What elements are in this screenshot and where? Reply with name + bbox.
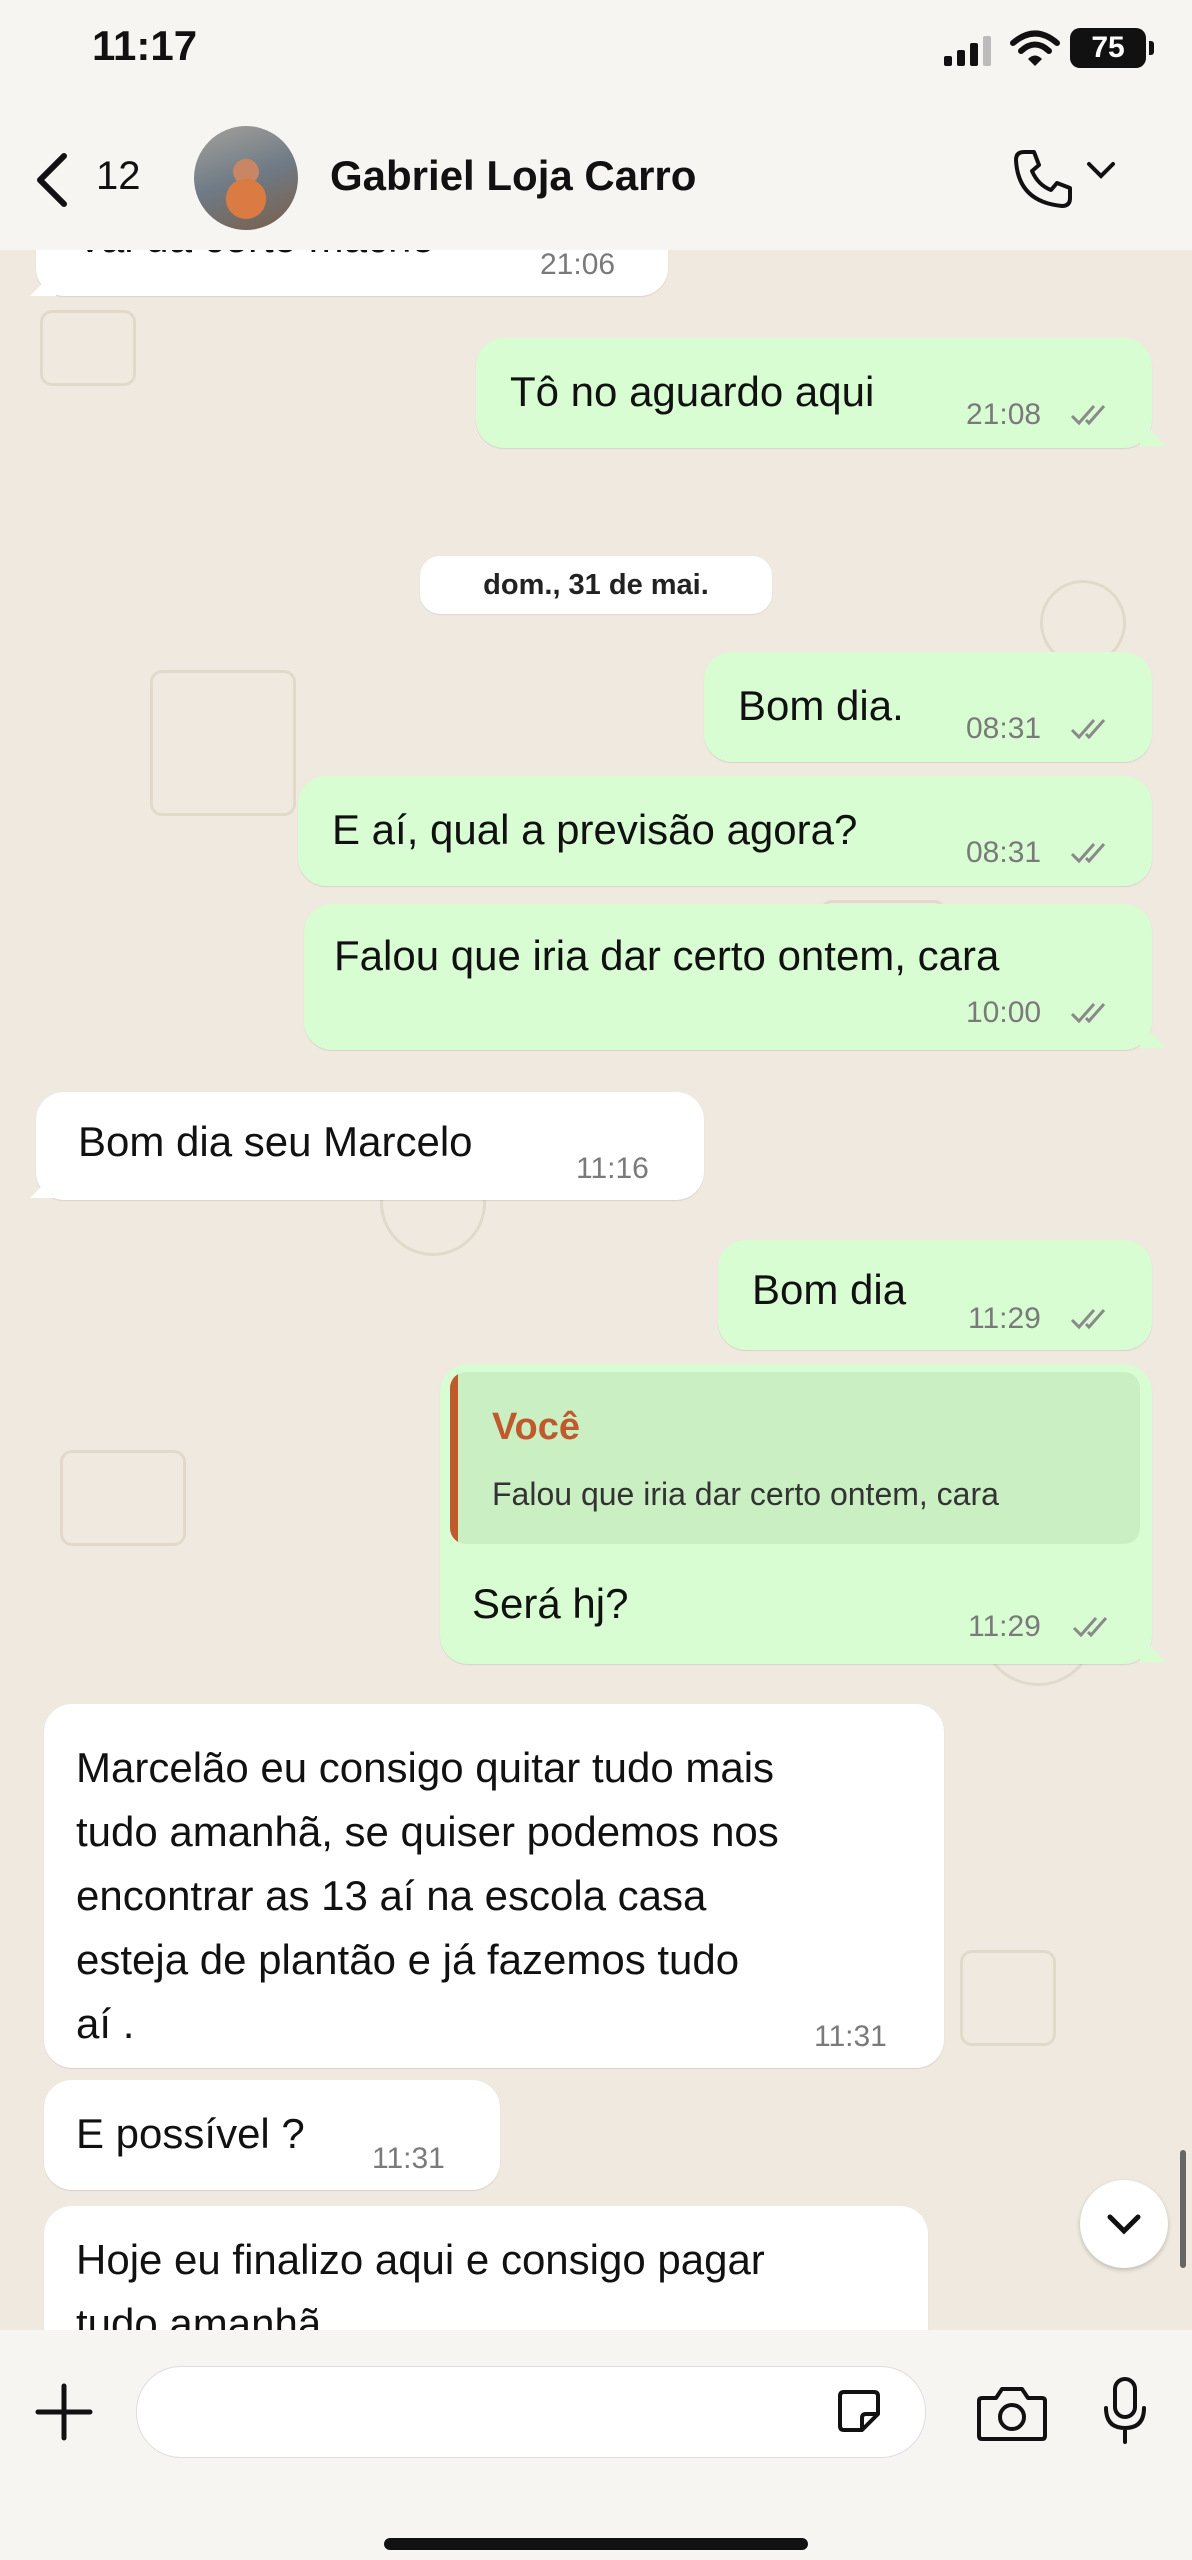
- quote-accent-bar: [450, 1372, 458, 1544]
- message-bubble-outgoing[interactable]: E aí, qual a previsão agora? 08:31: [298, 776, 1152, 886]
- microphone-icon[interactable]: [1100, 2376, 1150, 2448]
- back-chevron-icon[interactable]: [30, 150, 74, 210]
- read-ticks-icon: [1072, 1617, 1108, 1638]
- quote-text: Falou que iria dar certo ontem, cara: [492, 1476, 999, 1512]
- message-line: aí .: [76, 2000, 135, 2047]
- message-text: E aí, qual a previsão agora?: [332, 806, 858, 853]
- message-line: Marcelão eu consigo quitar tudo mais: [76, 1744, 775, 1791]
- message-bubble-incoming[interactable]: Marcelão eu consigo quitar tudo mais tud…: [44, 1704, 944, 2068]
- message-time: 21:06: [540, 248, 616, 281]
- message-time: 11:31: [372, 2142, 445, 2175]
- wallpaper-doodle: [60, 1450, 186, 1546]
- message-text: Falou que iria dar certo ontem, cara: [334, 932, 1000, 979]
- battery-indicator: 75: [1070, 28, 1154, 68]
- message-time: 11:29: [968, 1610, 1041, 1643]
- read-ticks-icon: [1070, 1003, 1106, 1024]
- message-text: Bom dia: [752, 1266, 907, 1313]
- wallpaper-doodle: [150, 670, 296, 816]
- read-ticks-icon: [1070, 1309, 1106, 1330]
- message-time: 11:29: [968, 1302, 1041, 1335]
- message-text: Tô no aguardo aqui: [510, 368, 875, 415]
- bubble-tail: [1140, 1636, 1166, 1662]
- chevron-down-icon: [1107, 2214, 1141, 2235]
- message-time: 08:31: [966, 712, 1042, 745]
- plus-icon[interactable]: [32, 2380, 96, 2444]
- scroll-to-bottom-button[interactable]: [1080, 2180, 1168, 2268]
- home-indicator: [384, 2538, 808, 2550]
- message-time: 11:16: [576, 1152, 649, 1185]
- message-text: Bom dia.: [738, 682, 904, 729]
- date-separator: dom., 31 de mai.: [420, 556, 772, 614]
- scrollbar[interactable]: [1180, 2150, 1186, 2268]
- wallpaper-doodle: [40, 310, 136, 386]
- message-text: Será hj?: [472, 1580, 629, 1627]
- message-bubble-outgoing[interactable]: Tô no aguardo aqui 21:08: [476, 338, 1152, 448]
- message-text: E possível ?: [76, 2110, 305, 2157]
- bubble-tail: [1140, 1022, 1166, 1048]
- wifi-icon: [1010, 30, 1060, 66]
- sticker-icon[interactable]: [836, 2388, 882, 2434]
- quoted-reply[interactable]: Você Falou que iria dar certo ontem, car…: [450, 1372, 1140, 1544]
- read-ticks-icon: [1070, 843, 1106, 864]
- avatar[interactable]: [194, 126, 298, 230]
- message-line: encontrar as 13 aí na escola casa: [76, 1872, 707, 1919]
- message-time: 21:08: [966, 398, 1042, 431]
- message-bubble-incoming[interactable]: Bom dia seu Marcelo 11:16: [36, 1092, 704, 1200]
- wallpaper-doodle: [960, 1950, 1056, 2046]
- message-bubble-outgoing[interactable]: Bom dia. 08:31: [704, 652, 1152, 762]
- phone-icon[interactable]: [1010, 146, 1076, 212]
- message-bubble-incoming[interactable]: E possível ? 11:31: [44, 2080, 500, 2190]
- read-ticks-icon: [1070, 719, 1106, 740]
- message-bubble-outgoing[interactable]: Bom dia 11:29: [718, 1240, 1152, 1350]
- message-input[interactable]: [136, 2366, 926, 2458]
- message-line: tudo amanhã, se quiser podemos nos: [76, 1808, 779, 1855]
- chevron-down-icon[interactable]: [1086, 160, 1116, 180]
- contact-name[interactable]: Gabriel Loja Carro: [330, 152, 696, 200]
- unread-count[interactable]: 12: [96, 154, 141, 199]
- message-time: 10:00: [966, 996, 1042, 1029]
- read-ticks-icon: [1070, 405, 1106, 426]
- message-time: 08:31: [966, 836, 1042, 869]
- camera-icon[interactable]: [976, 2384, 1048, 2442]
- bubble-tail: [30, 270, 56, 296]
- signal-icon: [944, 36, 991, 66]
- message-line: esteja de plantão e já fazemos tudo: [76, 1936, 740, 1983]
- message-text: Bom dia seu Marcelo: [78, 1118, 473, 1165]
- bubble-tail: [1140, 420, 1166, 446]
- quote-author: Você: [492, 1406, 581, 1448]
- bubble-tail: [30, 1172, 56, 1198]
- message-bubble-outgoing[interactable]: Falou que iria dar certo ontem, cara 10:…: [304, 904, 1152, 1050]
- status-time: 11:17: [92, 22, 198, 69]
- message-time: 11:31: [814, 2020, 887, 2053]
- message-line: Hoje eu finalizo aqui e consigo pagar: [76, 2236, 765, 2283]
